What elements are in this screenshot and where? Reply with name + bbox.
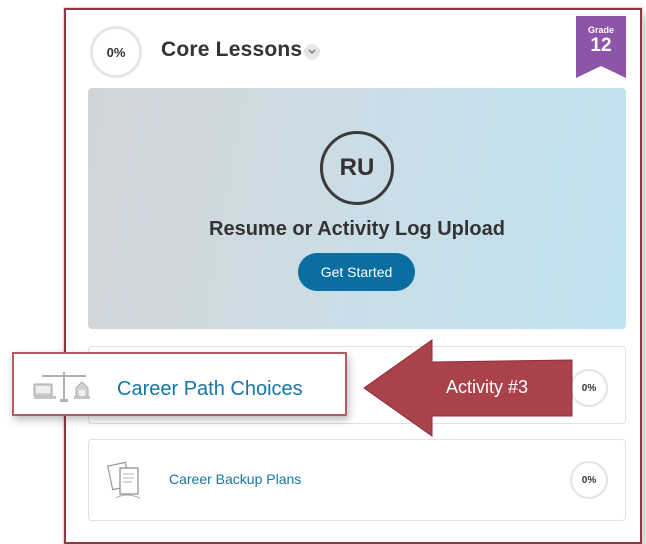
activity-title[interactable]: Career Path Choices xyxy=(117,378,303,401)
scales-icon xyxy=(32,366,96,406)
chevron-down-icon[interactable] xyxy=(304,44,320,60)
activity-progress: 0% xyxy=(570,369,608,407)
activity-progress: 0% xyxy=(570,461,608,499)
resume-upload-banner xyxy=(88,88,626,329)
activity-title[interactable]: Career Backup Plans xyxy=(169,471,301,487)
activity-progress-value: 0% xyxy=(581,382,597,394)
grade-label: Grade xyxy=(587,25,614,35)
get-started-button[interactable]: Get Started xyxy=(298,253,415,291)
resume-icon: RU xyxy=(320,131,394,205)
resume-icon-text: RU xyxy=(339,154,375,181)
grade-number: 12 xyxy=(590,35,612,56)
callout-label: Activity #3 xyxy=(446,377,529,397)
grade-ribbon: Grade 12 xyxy=(576,16,626,78)
activity-progress-value: 0% xyxy=(581,474,597,486)
section-progress-value: 0% xyxy=(106,44,126,60)
resume-upload-title: Resume or Activity Log Upload xyxy=(209,218,505,240)
section-progress: 0% xyxy=(90,26,142,78)
section-title: Core Lessons xyxy=(161,38,303,61)
documents-icon xyxy=(106,458,146,502)
